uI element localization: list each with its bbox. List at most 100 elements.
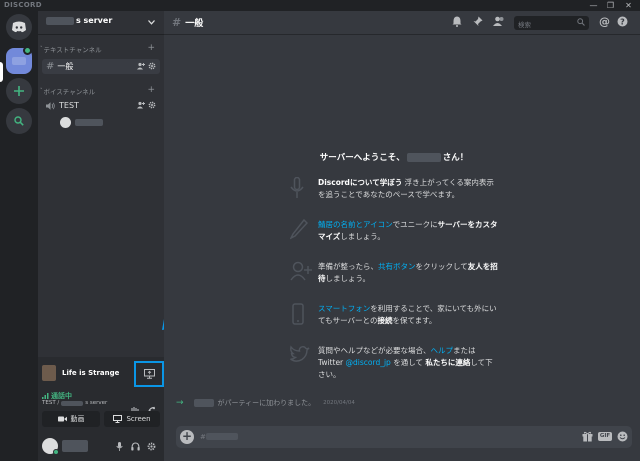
video-button[interactable]: 動画 xyxy=(42,411,100,427)
voice-category-label: ボイスチャンネル xyxy=(43,88,96,96)
channel-actions xyxy=(137,62,156,70)
tip-text: について学ぼう xyxy=(349,178,403,187)
tip-learn: Discordについて学ぼう 浮き上がってくる案内表示を追うことであなたのペース… xyxy=(290,177,494,219)
tip-learn-text: Discordについて学ぼう 浮き上がってくる案内表示を追うことであなたのペース… xyxy=(318,177,500,201)
online-status-indicator xyxy=(53,449,59,455)
server-name-text: s server xyxy=(76,16,113,25)
selected-server-pill xyxy=(0,62,3,82)
go-live-button[interactable] xyxy=(134,361,164,387)
screen-button-label: Screen xyxy=(126,415,151,423)
channel-item-general[interactable]: # 一般 xyxy=(42,59,160,74)
tip-text: 準備が整ったら、 xyxy=(318,262,378,271)
video-camera-icon xyxy=(57,416,67,422)
add-server-button[interactable] xyxy=(6,78,32,104)
tip-text: でユニークに xyxy=(392,220,438,229)
server-live-badge xyxy=(23,46,32,55)
tip-link[interactable]: ヘルプ xyxy=(431,346,454,355)
hash-icon: # xyxy=(172,16,182,29)
invite-icon[interactable] xyxy=(137,101,145,109)
members-icon[interactable] xyxy=(493,16,505,27)
channel-title-text: 一般 xyxy=(185,19,204,29)
chat-area: # 一般 検索 @ ? サーバーへようこそ、 さん！ Discordについて学ぼ… xyxy=(164,11,640,461)
search-icon xyxy=(14,116,24,126)
voice-connection-panel: 通話中 TEST / s server 動画 Screen xyxy=(38,391,164,430)
channel-label: TEST xyxy=(59,101,79,110)
game-cover-image xyxy=(42,365,56,381)
mentions-icon[interactable]: @ xyxy=(599,15,610,28)
app-brand: DISCORD xyxy=(4,1,42,9)
gif-icon[interactable]: GIF xyxy=(598,432,612,441)
speaker-icon xyxy=(46,101,55,110)
add-text-channel-icon[interactable]: + xyxy=(147,43,155,53)
tip-help-text: 質問やヘルプなどが必要な場合、ヘルプまたは Twitter @discord_j… xyxy=(318,345,500,381)
bell-icon[interactable] xyxy=(452,16,462,27)
pin-icon[interactable] xyxy=(473,16,483,27)
welcome-panel: サーバーへようこそ、 さん！ Discordについて学ぼう 浮き上がってくる案内… xyxy=(290,151,498,387)
discord-logo-icon xyxy=(12,21,26,33)
invite-icon[interactable] xyxy=(137,62,145,70)
tip-link[interactable]: 鯖居の名前とアイコン xyxy=(318,220,393,229)
microphone-icon[interactable] xyxy=(116,442,123,451)
user-panel xyxy=(38,430,164,461)
avatar xyxy=(60,117,71,128)
redacted-text xyxy=(206,433,238,440)
search-icon xyxy=(577,18,585,26)
voice-channel-name: TEST / xyxy=(42,400,60,406)
svg-text:?: ? xyxy=(620,17,625,26)
add-friend-icon xyxy=(290,261,312,281)
chevron-down-icon: ˅ xyxy=(40,88,43,94)
tip-mobile-text: スマートフォンを利用することで、家にいても外にいてもサーバーとの接続を保てます。 xyxy=(318,303,500,327)
tip-customize: 鯖居の名前とアイコンでユニークにサーバーをカスタマイズしましょう。 xyxy=(290,219,498,261)
welcome-title: サーバーへようこそ、 さん！ xyxy=(294,151,494,163)
home-button[interactable] xyxy=(6,14,32,40)
tip-invite: 準備が整ったら、共有ボタンをクリックして友人を招待しましょう。 xyxy=(290,261,498,303)
tip-mobile: スマートフォンを利用することで、家にいても外にいてもサーバーとの接続を保てます。 xyxy=(292,303,497,345)
tip-text: Discord xyxy=(318,178,350,187)
server-rail xyxy=(0,11,38,461)
server-name: s server xyxy=(46,16,112,25)
redacted-text xyxy=(61,400,84,406)
voice-location[interactable]: TEST / s server xyxy=(42,400,107,406)
add-voice-channel-icon[interactable]: + xyxy=(147,85,155,95)
tip-link[interactable]: 共有ボタン xyxy=(378,262,416,271)
search-input[interactable]: 検索 xyxy=(514,16,589,30)
close-button[interactable]: ✕ xyxy=(622,0,635,11)
emoji-icon[interactable] xyxy=(617,431,628,442)
text-category[interactable]: ˅ テキストチャンネル xyxy=(40,44,102,54)
join-arrow-icon: → xyxy=(176,398,184,408)
headphones-icon[interactable] xyxy=(131,442,140,451)
pencil-icon xyxy=(290,219,308,240)
twitter-bird-icon xyxy=(290,345,310,362)
message-timestamp: 2020/04/04 xyxy=(323,400,355,406)
voice-category[interactable]: ˅ ボイスチャンネル xyxy=(40,86,95,96)
tip-link[interactable]: スマートフォン xyxy=(318,304,370,313)
message-composer[interactable]: + # GIF xyxy=(176,426,632,448)
redacted-username xyxy=(406,152,441,162)
chevron-down-icon[interactable] xyxy=(148,20,155,25)
tip-text: 私たちに連絡 xyxy=(425,358,471,367)
monitor-icon xyxy=(113,415,123,423)
maximize-button[interactable]: ❐ xyxy=(604,0,617,11)
tip-link[interactable]: @discord_jp xyxy=(346,358,391,367)
channel-header: # 一般 検索 @ ? xyxy=(164,11,640,35)
screen-share-button[interactable]: Screen xyxy=(104,411,160,427)
channel-item-test[interactable]: TEST xyxy=(42,98,160,113)
game-name: Life is Strange xyxy=(62,369,120,377)
gear-icon[interactable] xyxy=(148,101,156,109)
gift-icon[interactable] xyxy=(582,431,593,442)
voice-member[interactable] xyxy=(60,117,103,128)
gear-icon[interactable] xyxy=(147,442,156,451)
attach-plus-icon[interactable]: + xyxy=(180,430,194,444)
system-message-text: がパーティーに加わりました。 xyxy=(217,399,316,407)
tip-text: しましょう。 xyxy=(340,232,385,241)
gear-icon[interactable] xyxy=(148,62,156,70)
chevron-down-icon: ˅ xyxy=(40,46,43,52)
minimize-button[interactable]: — xyxy=(587,0,600,11)
explore-servers-button[interactable] xyxy=(6,108,32,134)
redacted-text xyxy=(46,16,74,25)
help-icon[interactable]: ? xyxy=(617,16,628,27)
channel-label: 一般 xyxy=(57,62,74,71)
tip-text: 質問やヘルプなどが必要な場合、 xyxy=(318,346,431,355)
tip-text: を通して xyxy=(390,358,426,367)
server-header[interactable]: s server xyxy=(38,11,164,35)
